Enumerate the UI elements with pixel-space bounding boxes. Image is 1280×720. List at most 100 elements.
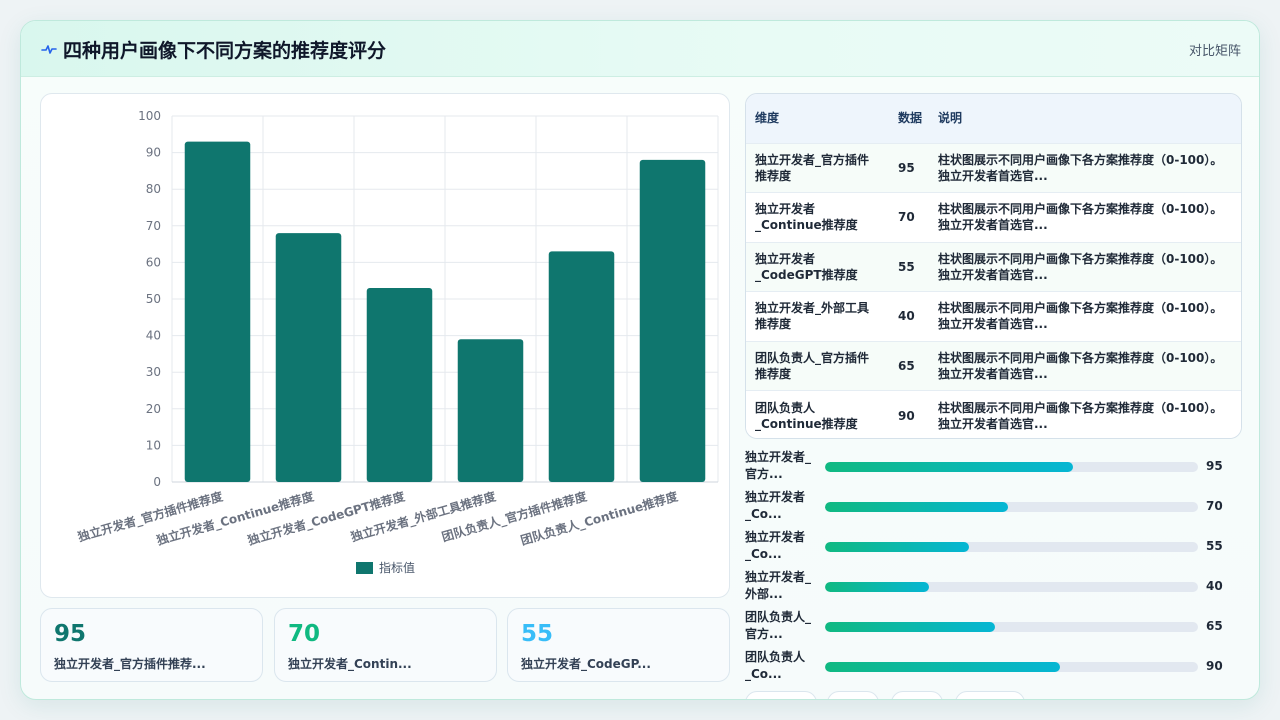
progress-track	[825, 662, 1198, 672]
header: 四种用户画像下不同方案的推荐度评分 对比矩阵	[21, 21, 1259, 77]
legend-swatch	[356, 562, 373, 574]
cell-value: 90	[898, 408, 915, 423]
progress-label: 团队负责人_官方...	[745, 610, 812, 641]
progress-label: 独立开发者_Co...	[745, 530, 806, 561]
x-tick-label: 独立开发者_外部工具推荐度	[348, 488, 499, 545]
bar-chart: 0102030405060708090100独立开发者_官方插件推荐度独立开发者…	[75, 109, 719, 575]
stat-value: 70	[288, 621, 321, 647]
y-tick-label: 40	[146, 329, 161, 343]
stat-card-0: 95 独立开发者_官方插件推荐...	[40, 608, 263, 682]
bar[interactable]	[548, 251, 615, 482]
progress-label: 独立开发者_官方...	[745, 450, 812, 481]
x-tick-label: 独立开发者_CodeGPT推荐度	[245, 488, 408, 549]
cell-description: 柱状图展示不同用户画像下各方案推荐度（0-100）。独立开发者首选官...	[938, 202, 1223, 233]
cell-value: 40	[898, 309, 915, 324]
y-tick-label: 50	[146, 292, 161, 306]
cell-value: 95	[898, 160, 915, 175]
cell-dimension: 独立开发者_Continue推荐度	[755, 202, 858, 233]
bar[interactable]	[184, 141, 251, 482]
bar[interactable]	[366, 288, 433, 482]
filter-pill[interactable]	[827, 691, 879, 699]
progress-value: 40	[1206, 579, 1223, 593]
filter-pill[interactable]	[955, 691, 1025, 699]
progress-track	[825, 622, 1198, 632]
cell-dimension: 团队负责人_官方插件推荐度	[755, 350, 870, 381]
x-tick-label: 独立开发者_Continue推荐度	[154, 488, 317, 549]
cell-description: 柱状图展示不同用户画像下各方案推荐度（0-100）。独立开发者首选官...	[938, 251, 1223, 282]
table-row: 独立开发者_CodeGPT推荐度 55 柱状图展示不同用户画像下各方案推荐度（0-1…	[746, 242, 1241, 292]
progress-value: 65	[1206, 619, 1223, 633]
stat-value: 55	[521, 621, 554, 647]
cell-dimension: 独立开发者_外部工具推荐度	[755, 301, 870, 332]
filter-pill[interactable]	[745, 691, 817, 699]
page-title: 四种用户画像下不同方案的推荐度评分	[63, 40, 387, 62]
x-tick-label: 团队负责人_官方插件推荐度	[440, 488, 590, 545]
table-header-row: 维度 数据 说明	[746, 94, 1241, 143]
progress-label: 独立开发者_Co...	[745, 490, 806, 521]
y-tick-label: 100	[138, 109, 161, 123]
cell-value: 70	[898, 210, 915, 225]
cell-dimension: 独立开发者_官方插件推荐度	[755, 152, 870, 183]
y-tick-label: 30	[146, 365, 161, 379]
y-tick-label: 0	[153, 475, 161, 489]
progress-row: 独立开发者_Co... 70	[745, 489, 1242, 527]
progress-fill	[825, 662, 1060, 672]
progress-track	[825, 462, 1198, 472]
x-tick-label: 独立开发者_官方插件推荐度	[75, 488, 226, 545]
progress-row: 团队负责人_官方... 65	[745, 609, 1242, 647]
cell-description: 柱状图展示不同用户画像下各方案推荐度（0-100）。独立开发者首选官...	[938, 152, 1223, 183]
progress-row: 团队负责人_Co... 90	[745, 649, 1242, 687]
progress-fill	[825, 502, 1008, 512]
y-tick-label: 60	[146, 255, 161, 269]
progress-value: 95	[1206, 459, 1223, 473]
bar[interactable]	[457, 339, 524, 482]
col-header-description: 说明	[938, 110, 963, 125]
col-header-value: 数据	[898, 110, 923, 125]
progress-fill	[825, 582, 930, 592]
y-tick-label: 10	[146, 438, 161, 452]
progress-track	[825, 582, 1198, 592]
stat-label: 独立开发者_官方插件推荐...	[54, 657, 206, 671]
table-row: 团队负责人_官方插件推荐度 65 柱状图展示不同用户画像下各方案推荐度（0-100）…	[746, 341, 1241, 391]
y-tick-label: 20	[146, 402, 161, 416]
bar[interactable]	[639, 159, 706, 483]
progress-track	[825, 542, 1198, 552]
stat-label: 独立开发者_Contin...	[288, 657, 412, 671]
filter-pill[interactable]	[891, 691, 943, 699]
y-tick-label: 70	[146, 219, 161, 233]
pulse-icon	[41, 45, 57, 54]
cell-dimension: 独立开发者_CodeGPT推荐度	[755, 251, 858, 282]
cell-description: 柱状图展示不同用户画像下各方案推荐度（0-100）。独立开发者首选官...	[938, 400, 1223, 431]
dashboard-card: 四种用户画像下不同方案的推荐度评分 对比矩阵 0 10 20 30 40 50 60 70 80…	[20, 20, 1260, 700]
progress-row: 独立开发者_官方... 95	[745, 449, 1242, 487]
progress-label: 团队负责人_Co...	[745, 650, 806, 681]
cell-dimension: 团队负责人_Continue推荐度	[755, 400, 858, 431]
cell-description: 柱状图展示不同用户画像下各方案推荐度（0-100）。独立开发者首选官...	[938, 301, 1223, 332]
stat-value: 95	[54, 621, 87, 647]
stat-card-2: 55 独立开发者_CodeGP...	[507, 608, 730, 682]
progress-value: 70	[1206, 499, 1223, 513]
cell-description: 柱状图展示不同用户画像下各方案推荐度（0-100）。独立开发者首选官...	[938, 350, 1223, 381]
y-tick-label: 90	[146, 146, 161, 160]
x-tick-label: 团队负责人_Continue推荐度	[519, 488, 681, 548]
progress-track	[825, 502, 1198, 512]
data-table: 维度 数据 说明 独立开发者_官方插件推荐度 95 柱状图展示不同用户画像下各方案推…	[745, 93, 1242, 439]
y-tick-label: 80	[146, 182, 161, 196]
legend-label[interactable]: 指标值	[379, 560, 415, 575]
progress-fill	[825, 462, 1074, 472]
col-header-dimension: 维度	[755, 110, 780, 125]
table-row: 团队负责人_Continue推荐度 90 柱状图展示不同用户画像下各方案推荐度（0-…	[746, 390, 1241, 438]
bar-chart-panel: 0 10 20 30 40 50 60 70 80 90 100 独立开发者_官方插件推荐度 独立开发者…	[40, 93, 730, 598]
progress-fill	[825, 542, 969, 552]
cell-value: 65	[898, 358, 915, 373]
table-row: 独立开发者_官方插件推荐度 95 柱状图展示不同用户画像下各方案推荐度（0-100）…	[746, 143, 1241, 193]
progress-value: 55	[1206, 539, 1223, 553]
progress-fill	[825, 622, 995, 632]
table-row: 独立开发者_外部工具推荐度 40 柱状图展示不同用户画像下各方案推荐度（0-100）…	[746, 291, 1241, 341]
bar[interactable]	[275, 233, 342, 482]
cell-value: 55	[898, 259, 915, 274]
stat-card-1: 70 独立开发者_Contin...	[274, 608, 497, 682]
stat-label: 独立开发者_CodeGP...	[521, 657, 651, 671]
progress-row: 独立开发者_Co... 55	[745, 529, 1242, 567]
matrix-link[interactable]: 对比矩阵	[1189, 40, 1241, 59]
